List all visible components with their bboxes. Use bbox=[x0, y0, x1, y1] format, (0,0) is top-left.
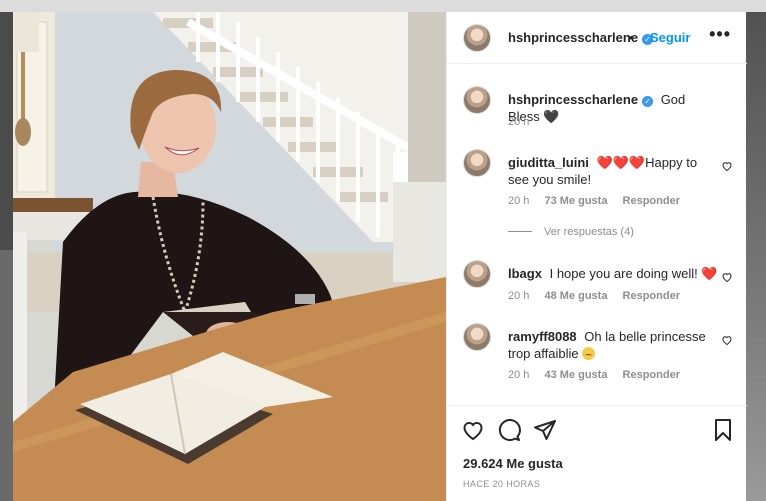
heart-icon[interactable] bbox=[721, 334, 733, 346]
comment-item: lbagx I hope you are doing well! ❤️ 20 h… bbox=[463, 260, 733, 315]
comment-body: lbagx I hope you are doing well! ❤️ bbox=[508, 265, 718, 282]
reply-button[interactable]: Responder bbox=[623, 290, 680, 302]
verified-badge-icon: ✓ bbox=[642, 96, 654, 107]
comment-body: giuditta_luini ❤️❤️❤️Happy to see you sm… bbox=[508, 154, 718, 188]
commenter-avatar[interactable] bbox=[463, 260, 491, 288]
comment-item: giuditta_luini ❤️❤️❤️Happy to see you sm… bbox=[463, 149, 733, 219]
post-side-panel: hshprincesscharlene ✓ • Seguir ••• hshpri… bbox=[446, 12, 747, 501]
commenter-avatar[interactable] bbox=[463, 149, 491, 177]
post-header: hshprincesscharlene ✓ • Seguir ••• bbox=[447, 12, 747, 64]
post-photo bbox=[13, 12, 446, 501]
bookmark-icon[interactable] bbox=[711, 418, 735, 442]
post-image bbox=[13, 12, 446, 501]
commenter-username[interactable]: giuditta_luini bbox=[508, 155, 589, 170]
comment-item: ramyff8088 Oh la belle princesse trop af… bbox=[463, 323, 733, 393]
comment-likes[interactable]: 48 Me gusta bbox=[544, 290, 607, 302]
commenter-username[interactable]: ramyff8088 bbox=[508, 329, 577, 344]
caption-avatar[interactable] bbox=[463, 86, 491, 114]
author-avatar[interactable] bbox=[463, 24, 491, 52]
sad-face-emoji bbox=[582, 347, 596, 360]
comment-bubble-icon[interactable] bbox=[497, 418, 521, 442]
view-replies-label: Ver respuestas (4) bbox=[544, 226, 634, 238]
comment-time: 20 h bbox=[508, 290, 530, 302]
caption-time: 20 h bbox=[508, 116, 530, 128]
separator-dot: • bbox=[629, 30, 634, 45]
commenter-username[interactable]: lbagx bbox=[508, 266, 542, 281]
comment-text: I hope you are doing well! bbox=[549, 266, 698, 281]
heart-icon[interactable] bbox=[461, 418, 485, 442]
more-options-icon[interactable]: ••• bbox=[709, 24, 731, 45]
caption: hshprincesscharlene ✓ God Bless 🖤 20 h bbox=[463, 86, 733, 146]
heart-icon[interactable] bbox=[721, 160, 733, 172]
comment-time: 20 h bbox=[508, 195, 530, 207]
reply-button[interactable]: Responder bbox=[623, 195, 680, 207]
comment-time: 20 h bbox=[508, 369, 530, 381]
red-heart-emoji: ❤️❤️❤️ bbox=[596, 155, 646, 170]
post-modal: hshprincesscharlene ✓ • Seguir ••• hshpri… bbox=[13, 12, 747, 501]
comment-likes[interactable]: 73 Me gusta bbox=[544, 195, 607, 207]
reply-button[interactable]: Responder bbox=[623, 369, 680, 381]
post-timestamp: HACE 20 HORAS bbox=[463, 479, 541, 489]
red-heart-emoji: ❤️ bbox=[701, 266, 718, 281]
likes-count[interactable]: 29.624 Me gusta bbox=[463, 456, 563, 471]
paper-plane-icon[interactable] bbox=[533, 418, 557, 442]
action-bar bbox=[447, 405, 747, 446]
comment-meta: 20 h 48 Me gusta Responder bbox=[508, 290, 692, 302]
background-strip bbox=[746, 12, 766, 501]
comment-likes[interactable]: 43 Me gusta bbox=[544, 369, 607, 381]
caption-username[interactable]: hshprincesscharlene ✓ bbox=[508, 92, 654, 107]
comment-meta: 20 h 43 Me gusta Responder bbox=[508, 369, 692, 381]
commenter-avatar[interactable] bbox=[463, 323, 491, 351]
replies-line bbox=[508, 231, 532, 232]
caption-meta: 20 h bbox=[508, 116, 541, 128]
black-heart-emoji: 🖤 bbox=[543, 109, 560, 124]
comment-body: ramyff8088 Oh la belle princesse trop af… bbox=[508, 328, 718, 362]
follow-button[interactable]: Seguir bbox=[650, 30, 690, 45]
view-replies-button[interactable]: Ver respuestas (4) bbox=[508, 226, 634, 238]
heart-icon[interactable] bbox=[721, 271, 733, 283]
comment-meta: 20 h 73 Me gusta Responder bbox=[508, 195, 692, 207]
